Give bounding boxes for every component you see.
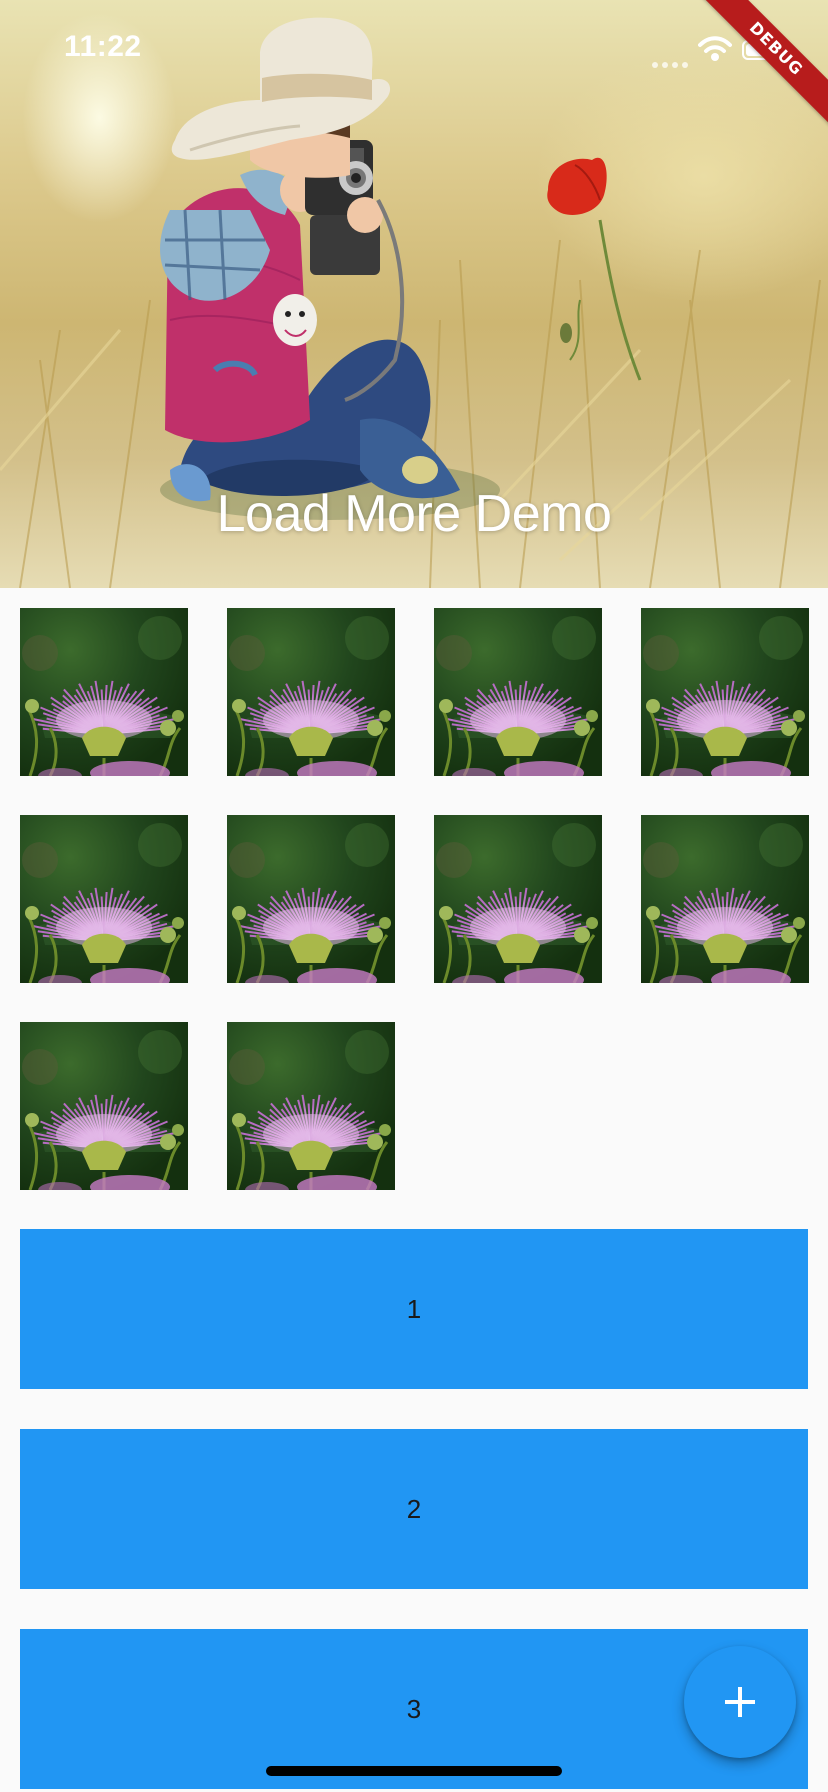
list-item-label: 3 — [406, 1693, 422, 1724]
grid-tile[interactable] — [20, 815, 188, 983]
flower-image — [20, 815, 188, 983]
flower-image — [434, 608, 602, 776]
flower-image — [20, 608, 188, 776]
wifi-icon — [698, 36, 732, 61]
grid-tile[interactable] — [227, 815, 395, 983]
app-screen: 11:22 DEBUG Load More Demo 1 2 3 — [0, 0, 828, 1792]
grid-tile[interactable] — [641, 608, 809, 776]
home-indicator — [266, 1766, 562, 1776]
grid-tile[interactable] — [641, 815, 809, 983]
header-image: 11:22 DEBUG Load More Demo — [0, 0, 828, 588]
status-time: 11:22 — [64, 30, 142, 63]
flower-image — [227, 1022, 395, 1190]
list-item-label: 2 — [406, 1493, 422, 1524]
grid-tile[interactable] — [434, 815, 602, 983]
add-fab-button[interactable] — [684, 1646, 796, 1758]
grid-tile[interactable] — [434, 608, 602, 776]
list-item-label: 1 — [406, 1293, 422, 1324]
flower-image — [641, 608, 809, 776]
flower-image — [20, 1022, 188, 1190]
grid-tile[interactable] — [227, 608, 395, 776]
grid-tile[interactable] — [20, 1022, 188, 1190]
list-item[interactable]: 1 — [20, 1229, 808, 1389]
plus-icon — [725, 1687, 755, 1717]
page-title: Load More Demo — [216, 485, 612, 543]
flower-image — [641, 815, 809, 983]
signal-dots-icon — [652, 55, 692, 73]
list-item[interactable]: 2 — [20, 1429, 808, 1589]
flower-image — [227, 608, 395, 776]
flower-image — [227, 815, 395, 983]
grid-tile[interactable] — [227, 1022, 395, 1190]
flower-image — [434, 815, 602, 983]
grid-tile[interactable] — [20, 608, 188, 776]
